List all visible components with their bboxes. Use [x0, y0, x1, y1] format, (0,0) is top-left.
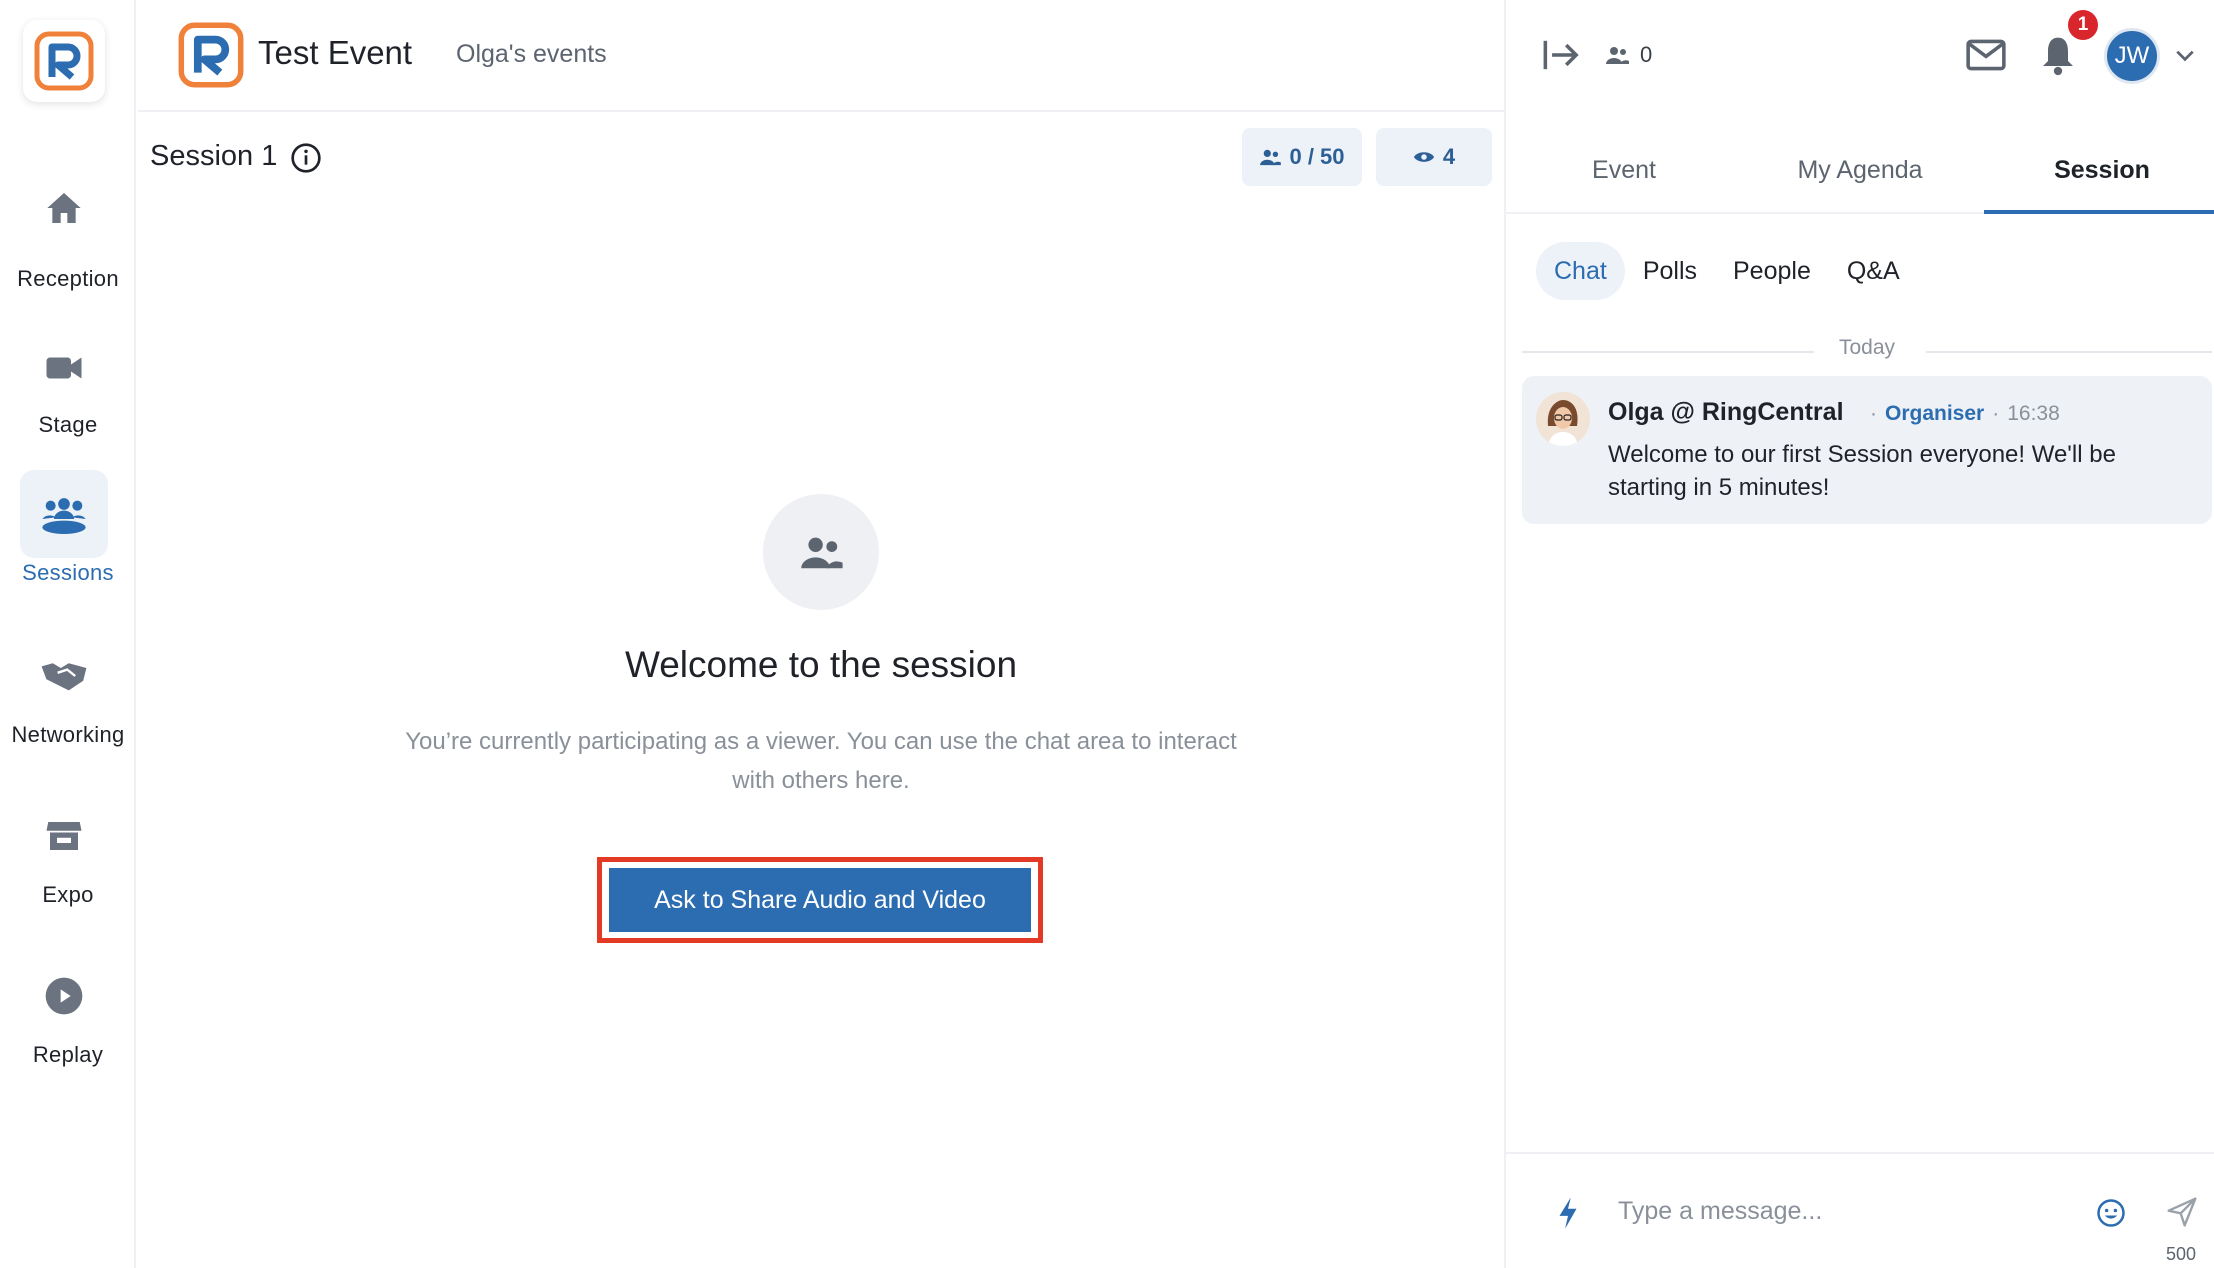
- session-subtabs: Chat Polls People Q&A: [1536, 242, 1918, 300]
- app-logo[interactable]: [23, 20, 105, 102]
- day-divider: Today: [1522, 336, 2212, 366]
- welcome-description: You’re currently participating as a view…: [405, 728, 1237, 794]
- emoji-icon[interactable]: [2096, 1198, 2126, 1228]
- play-icon: [20, 952, 108, 1040]
- tab-session[interactable]: Session: [1984, 134, 2214, 214]
- subtab-qa[interactable]: Q&A: [1829, 242, 1918, 300]
- meta-dot: ·: [1870, 402, 1877, 425]
- people-icon: [1606, 47, 1629, 64]
- organizer-link[interactable]: Olga's events: [456, 40, 607, 69]
- author-role: Organiser: [1885, 402, 1985, 425]
- subtab-polls[interactable]: Polls: [1625, 242, 1715, 300]
- video-camera-icon: [20, 324, 108, 412]
- send-icon[interactable]: [2166, 1196, 2198, 1228]
- subtab-people[interactable]: People: [1715, 242, 1829, 300]
- bell-icon[interactable]: [2040, 36, 2076, 76]
- right-panel: 0 1 JW Event My Agenda Session Chat Poll…: [1504, 0, 2214, 1268]
- people-icon: [801, 537, 843, 569]
- eye-icon: [1413, 152, 1434, 162]
- nav-reception[interactable]: Reception: [0, 150, 136, 291]
- handshake-icon: [20, 632, 108, 720]
- ask-share-audio-video-button[interactable]: Ask to Share Audio and Video: [609, 868, 1031, 932]
- session-title: Session 1: [150, 140, 278, 172]
- message-time: 16:38: [2007, 402, 2060, 425]
- mail-icon[interactable]: [1966, 38, 2006, 72]
- nav-label: Reception: [17, 266, 119, 291]
- app-root: Reception Stage Sessions Networking Expo…: [0, 0, 2214, 1268]
- message-meta: · Organiser · 16:38: [1870, 402, 2060, 426]
- people-icon: [1260, 149, 1282, 166]
- notification-badge: 1: [2068, 10, 2098, 40]
- online-count[interactable]: 0: [1604, 42, 1652, 68]
- capacity-badge[interactable]: 0 / 50: [1242, 128, 1362, 186]
- nav-expo[interactable]: Expo: [0, 778, 136, 908]
- store-icon: [20, 792, 108, 880]
- nav-networking[interactable]: Networking: [0, 618, 136, 748]
- capacity-count: 0 / 50: [1289, 144, 1345, 169]
- chevron-down-icon[interactable]: [2174, 44, 2196, 66]
- welcome-heading: Welcome to the session: [624, 644, 1018, 685]
- nav-label: Stage: [38, 412, 98, 437]
- nav-sessions[interactable]: Sessions: [0, 458, 136, 588]
- panel-tabs: Event My Agenda Session: [1506, 134, 2214, 214]
- message-text: Welcome to our first Session everyone! W…: [1608, 441, 2116, 501]
- divider-line: [1926, 351, 2212, 353]
- collapse-panel-icon[interactable]: [1542, 38, 1582, 72]
- event-header: Test Event Olga's events: [138, 0, 1504, 112]
- ringcentral-logo-icon: [34, 31, 94, 91]
- event-logo-icon: [178, 22, 244, 88]
- group-icon: [20, 470, 108, 558]
- subtab-chat[interactable]: Chat: [1536, 242, 1625, 300]
- nav-label: Sessions: [22, 560, 114, 585]
- message-input[interactable]: [1618, 1188, 2018, 1234]
- day-divider-label: Today: [1838, 336, 1896, 359]
- chat-message[interactable]: Olga @ RingCentral · Organiser · 16:38 W…: [1522, 376, 2212, 524]
- chat-composer: 500: [1506, 1152, 2214, 1268]
- online-count-value: 0: [1640, 42, 1653, 67]
- tab-event[interactable]: Event: [1506, 134, 1742, 214]
- panel-toolbar: 0 1 JW: [1506, 0, 2214, 112]
- nav-label: Replay: [32, 1042, 104, 1067]
- info-icon[interactable]: [290, 142, 322, 174]
- viewers-count: 4: [1442, 144, 1456, 169]
- left-nav: Reception Stage Sessions Networking Expo…: [0, 0, 136, 1268]
- event-title: Test Event: [258, 34, 413, 71]
- message-author[interactable]: Olga @ RingCentral: [1608, 398, 1844, 427]
- nav-stage[interactable]: Stage: [0, 310, 136, 440]
- nav-label: Expo: [42, 882, 94, 907]
- user-avatar[interactable]: JW: [2104, 28, 2160, 84]
- meta-dot: ·: [1992, 402, 2000, 425]
- session-avatar: [763, 494, 879, 610]
- nav-label: Networking: [11, 722, 125, 747]
- author-avatar[interactable]: [1536, 392, 1590, 446]
- home-icon: [20, 164, 108, 252]
- lightning-icon[interactable]: [1556, 1196, 1580, 1230]
- nav-replay[interactable]: Replay: [0, 938, 136, 1068]
- char-counter: 500: [2166, 1244, 2197, 1264]
- tab-my-agenda[interactable]: My Agenda: [1742, 134, 1978, 214]
- viewers-badge[interactable]: 4: [1376, 128, 1492, 186]
